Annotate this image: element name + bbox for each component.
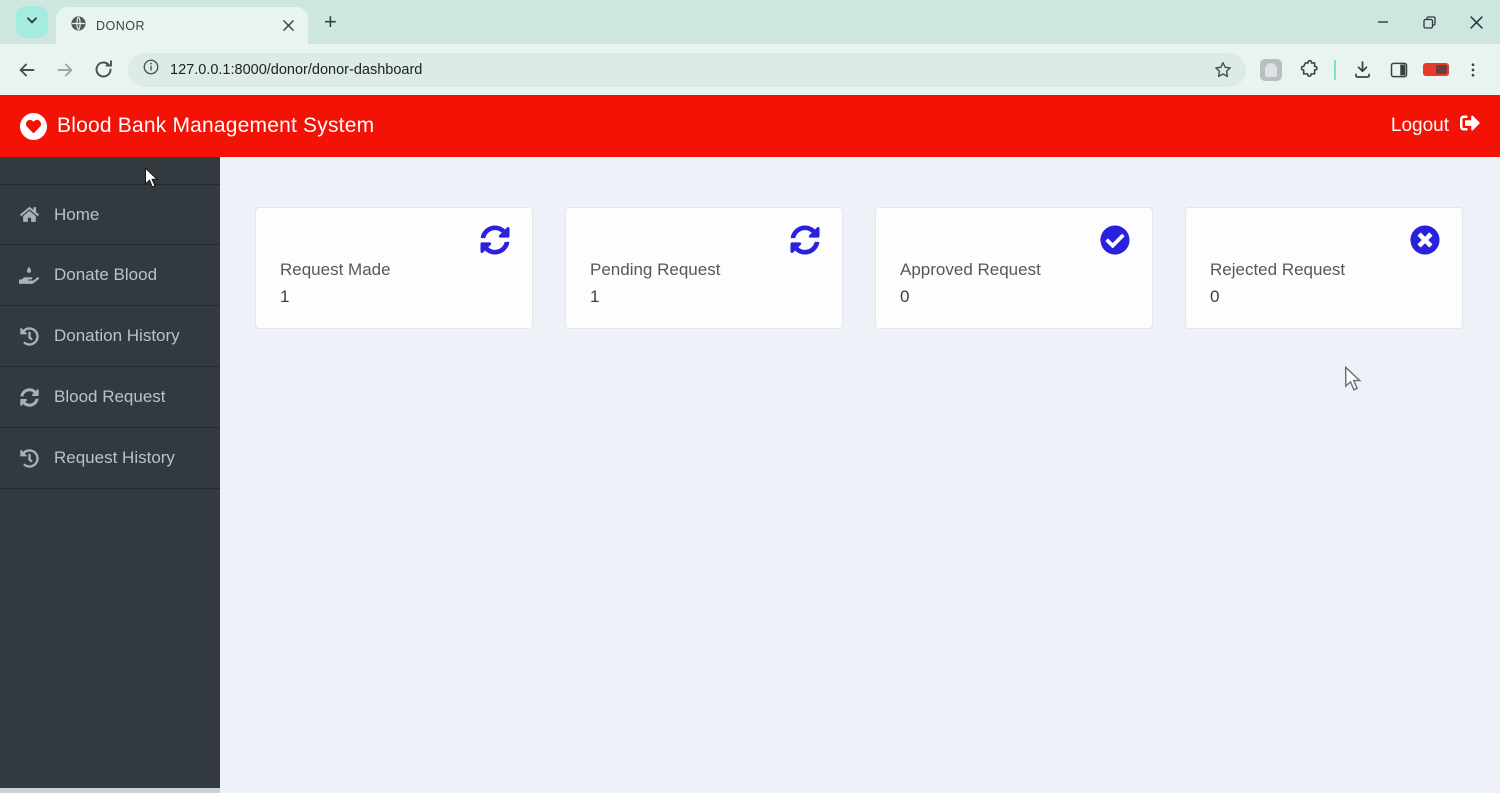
sidebar-item-label: Donation History (54, 326, 180, 345)
restore-button[interactable] (1406, 0, 1453, 44)
profile-extension-icon[interactable] (1256, 55, 1286, 85)
close-window-button[interactable] (1453, 0, 1500, 44)
sync-icon (790, 225, 820, 260)
forward-button[interactable] (46, 51, 84, 89)
sign-out-icon (1460, 113, 1480, 139)
new-tab-button[interactable]: + (324, 9, 337, 35)
sidebar-item-label: Home (54, 204, 100, 224)
toolbar-icon-cluster (1256, 55, 1488, 85)
sidebar-item-home[interactable]: Home (0, 184, 220, 245)
app-title: Blood Bank Management System (57, 114, 375, 137)
content-row: Home Donate Blood Donation History Blood… (0, 157, 1500, 793)
logout-button[interactable]: Logout (1391, 113, 1480, 139)
app-header: Blood Bank Management System Logout (0, 95, 1500, 157)
reload-button[interactable] (84, 51, 122, 89)
tab-search-button[interactable] (16, 6, 48, 38)
card-request-made[interactable]: Request Made 1 (255, 207, 533, 329)
menu-dots-icon[interactable] (1458, 55, 1488, 85)
chevron-down-icon (25, 13, 39, 32)
heart-logo-icon (20, 112, 47, 140)
sync-icon (480, 225, 510, 260)
logout-label: Logout (1390, 115, 1449, 136)
tab-close-icon[interactable] (278, 16, 298, 36)
globe-favicon-icon (70, 15, 87, 37)
card-label: Request Made (280, 260, 391, 279)
sidebar-item-blood-request[interactable]: Blood Request (0, 367, 220, 428)
adblock-extension-icon[interactable] (1421, 55, 1451, 85)
card-value: 1 (280, 287, 290, 306)
card-value: 1 (590, 287, 600, 306)
main-content: Request Made 1 Pending Request 1 Approve… (220, 157, 1500, 793)
address-bar[interactable]: 127.0.0.1:8000/donor/donor-dashboard (128, 52, 1246, 87)
card-rejected-request[interactable]: Rejected Request 0 (1185, 207, 1463, 329)
hand-holding-drop-icon (19, 265, 39, 285)
check-circle-icon (1100, 225, 1130, 260)
minimize-button[interactable] (1359, 0, 1406, 44)
sidebar-bottom-strip (0, 788, 220, 793)
history-icon (19, 448, 39, 468)
times-circle-icon (1410, 225, 1440, 260)
site-info-icon[interactable] (142, 58, 160, 81)
url-text[interactable]: 127.0.0.1:8000/donor/donor-dashboard (170, 62, 1208, 78)
card-value: 0 (1210, 287, 1220, 306)
card-pending-request[interactable]: Pending Request 1 (565, 207, 843, 329)
extensions-puzzle-icon[interactable] (1293, 55, 1323, 85)
brand[interactable]: Blood Bank Management System (20, 112, 375, 140)
tab-title: DONOR (96, 18, 146, 33)
sidebar: Home Donate Blood Donation History Blood… (0, 157, 220, 793)
side-panel-icon[interactable] (1384, 55, 1414, 85)
bookmark-star-icon[interactable] (1208, 55, 1238, 85)
window-controls (1359, 0, 1500, 44)
sidebar-item-donate-blood[interactable]: Donate Blood (0, 245, 220, 306)
back-button[interactable] (8, 51, 46, 89)
stat-cards: Request Made 1 Pending Request 1 Approve… (255, 207, 1500, 329)
history-icon (19, 326, 39, 346)
browser-tab[interactable]: DONOR (56, 7, 308, 44)
card-value: 0 (900, 287, 910, 306)
browser-toolbar: 127.0.0.1:8000/donor/donor-dashboard (0, 44, 1500, 95)
card-label: Rejected Request (1210, 260, 1346, 279)
sidebar-item-request-history[interactable]: Request History (0, 428, 220, 489)
download-icon[interactable] (1347, 55, 1377, 85)
sidebar-item-label: Donate Blood (54, 265, 158, 284)
card-approved-request[interactable]: Approved Request 0 (875, 207, 1153, 329)
card-label: Pending Request (590, 260, 721, 279)
sync-icon (19, 387, 39, 407)
card-label: Approved Request (900, 260, 1041, 279)
sidebar-item-label: Blood Request (54, 387, 166, 406)
sidebar-item-label: Request History (54, 448, 175, 467)
browser-tabstrip: DONOR + (0, 0, 1500, 44)
sidebar-item-donation-history[interactable]: Donation History (0, 306, 220, 367)
toolbar-separator (1334, 59, 1336, 80)
home-icon (19, 205, 39, 224)
